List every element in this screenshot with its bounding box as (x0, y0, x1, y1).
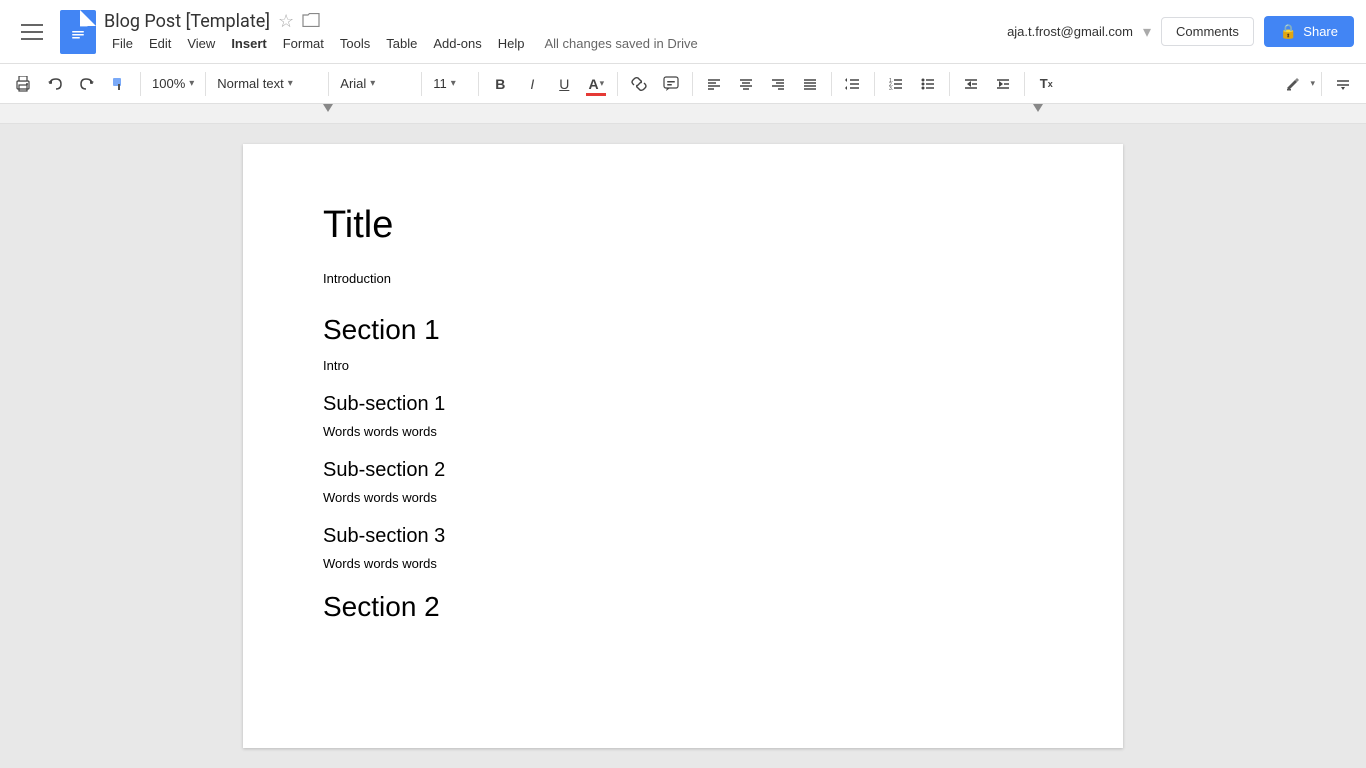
document-title-text[interactable]: Title (323, 204, 1043, 247)
style-value: Normal text (217, 76, 283, 91)
toolbar-separator-12 (1321, 72, 1322, 96)
zoom-value: 100% (152, 76, 185, 91)
top-bar: Blog Post [Template] ☆ File Edit View In… (0, 0, 1366, 64)
section2-heading[interactable]: Section 2 (323, 591, 1043, 623)
top-right-area: aja.t.frost@gmail.com ▾ Comments 🔒 Share (1007, 16, 1354, 47)
numbered-list-button[interactable]: 1.2.3. (881, 69, 911, 99)
bold-button[interactable]: B (485, 69, 515, 99)
link-button[interactable] (624, 69, 654, 99)
document-area: Title Introduction Section 1 Intro Sub-s… (0, 124, 1366, 768)
section1-intro[interactable]: Intro (323, 358, 1043, 373)
clear-formatting-button[interactable]: Tx (1031, 69, 1061, 99)
subsection2-heading[interactable]: Sub-section 2 (323, 459, 1043, 482)
document-intro[interactable]: Introduction (323, 271, 1043, 286)
toolbar-separator-1 (140, 72, 141, 96)
lock-icon: 🔒 (1280, 23, 1297, 40)
color-indicator (586, 93, 606, 96)
subsection1-body[interactable]: Words words words (323, 424, 1043, 439)
menu-table[interactable]: Table (378, 34, 425, 53)
ruler (0, 104, 1366, 124)
text-color-button[interactable]: A ▾ (581, 69, 611, 99)
clear-fmt-label: T (1040, 76, 1048, 91)
increase-indent-button[interactable] (988, 69, 1018, 99)
align-left-button[interactable] (699, 69, 729, 99)
document-page: Title Introduction Section 1 Intro Sub-s… (243, 144, 1123, 748)
menu-edit[interactable]: Edit (141, 34, 179, 53)
insert-comment-button[interactable] (656, 69, 686, 99)
menu-view[interactable]: View (179, 34, 223, 53)
fontsize-arrow: ▾ (451, 78, 456, 89)
redo-button[interactable] (72, 69, 102, 99)
user-email: aja.t.frost@gmail.com (1007, 24, 1133, 39)
subsection1-heading[interactable]: Sub-section 1 (323, 393, 1043, 416)
document-title-area: Blog Post [Template] ☆ File Edit View In… (104, 11, 1007, 53)
toolbar-separator-8 (831, 72, 832, 96)
italic-button[interactable]: I (517, 69, 547, 99)
ruler-marks (243, 104, 1123, 124)
style-arrow: ▾ (288, 78, 293, 89)
toolbar-separator-11 (1024, 72, 1025, 96)
menu-addons[interactable]: Add-ons (425, 34, 489, 53)
svg-text:3.: 3. (889, 86, 893, 92)
save-status: All changes saved in Drive (545, 36, 698, 51)
share-label: Share (1303, 24, 1338, 39)
align-right-button[interactable] (763, 69, 793, 99)
toolbar-separator-9 (874, 72, 875, 96)
toolbar-separator-10 (949, 72, 950, 96)
menu-format[interactable]: Format (275, 34, 332, 53)
section1-heading[interactable]: Section 1 (323, 314, 1043, 346)
subsection3-body[interactable]: Words words words (323, 556, 1043, 571)
docs-logo-icon (60, 10, 96, 54)
paint-format-button[interactable] (104, 69, 134, 99)
star-icon[interactable]: ☆ (278, 11, 294, 32)
subsection3-heading[interactable]: Sub-section 3 (323, 525, 1043, 548)
hamburger-button[interactable] (12, 12, 52, 52)
toolbar: 100% ▾ Normal text ▾ Arial ▾ 11 ▾ B I U … (0, 64, 1366, 104)
menu-tools[interactable]: Tools (332, 34, 378, 53)
menu-bar: File Edit View Insert Format Tools Table… (104, 34, 1007, 53)
underline-button[interactable]: U (549, 69, 579, 99)
share-button[interactable]: 🔒 Share (1264, 16, 1354, 47)
editing-mode-button[interactable] (1278, 69, 1308, 99)
ruler-left-indent[interactable] (323, 104, 333, 112)
menu-file[interactable]: File (104, 34, 141, 53)
toolbar-separator-4 (421, 72, 422, 96)
fontsize-value: 11 (433, 76, 447, 91)
style-select[interactable]: Normal text ▾ (212, 70, 322, 98)
subsection2-body[interactable]: Words words words (323, 490, 1043, 505)
toolbar-separator-7 (692, 72, 693, 96)
align-justify-button[interactable] (795, 69, 825, 99)
menu-insert[interactable]: Insert (223, 34, 274, 53)
ruler-right-indent[interactable] (1033, 104, 1043, 112)
zoom-arrow: ▾ (189, 78, 194, 89)
toolbar-separator-2 (205, 72, 206, 96)
menu-help[interactable]: Help (490, 34, 533, 53)
folder-icon[interactable] (302, 11, 320, 32)
toolbar-separator-6 (617, 72, 618, 96)
editing-mode-arrow[interactable]: ▾ (1310, 78, 1315, 89)
font-select[interactable]: Arial ▾ (335, 70, 415, 98)
line-spacing-button[interactable] (838, 69, 868, 99)
print-button[interactable] (8, 69, 38, 99)
undo-button[interactable] (40, 69, 70, 99)
comments-button[interactable]: Comments (1161, 17, 1254, 46)
font-value: Arial (340, 76, 366, 91)
document-title[interactable]: Blog Post [Template] (104, 11, 270, 32)
zoom-select[interactable]: 100% ▾ (147, 70, 199, 98)
align-center-button[interactable] (731, 69, 761, 99)
fontsize-select[interactable]: 11 ▾ (428, 70, 472, 98)
toolbar-separator-5 (478, 72, 479, 96)
collapse-toolbar-button[interactable] (1328, 69, 1358, 99)
bulleted-list-button[interactable] (913, 69, 943, 99)
decrease-indent-button[interactable] (956, 69, 986, 99)
user-dropdown-icon[interactable]: ▾ (1143, 22, 1151, 42)
toolbar-separator-3 (328, 72, 329, 96)
font-arrow: ▾ (370, 78, 375, 89)
